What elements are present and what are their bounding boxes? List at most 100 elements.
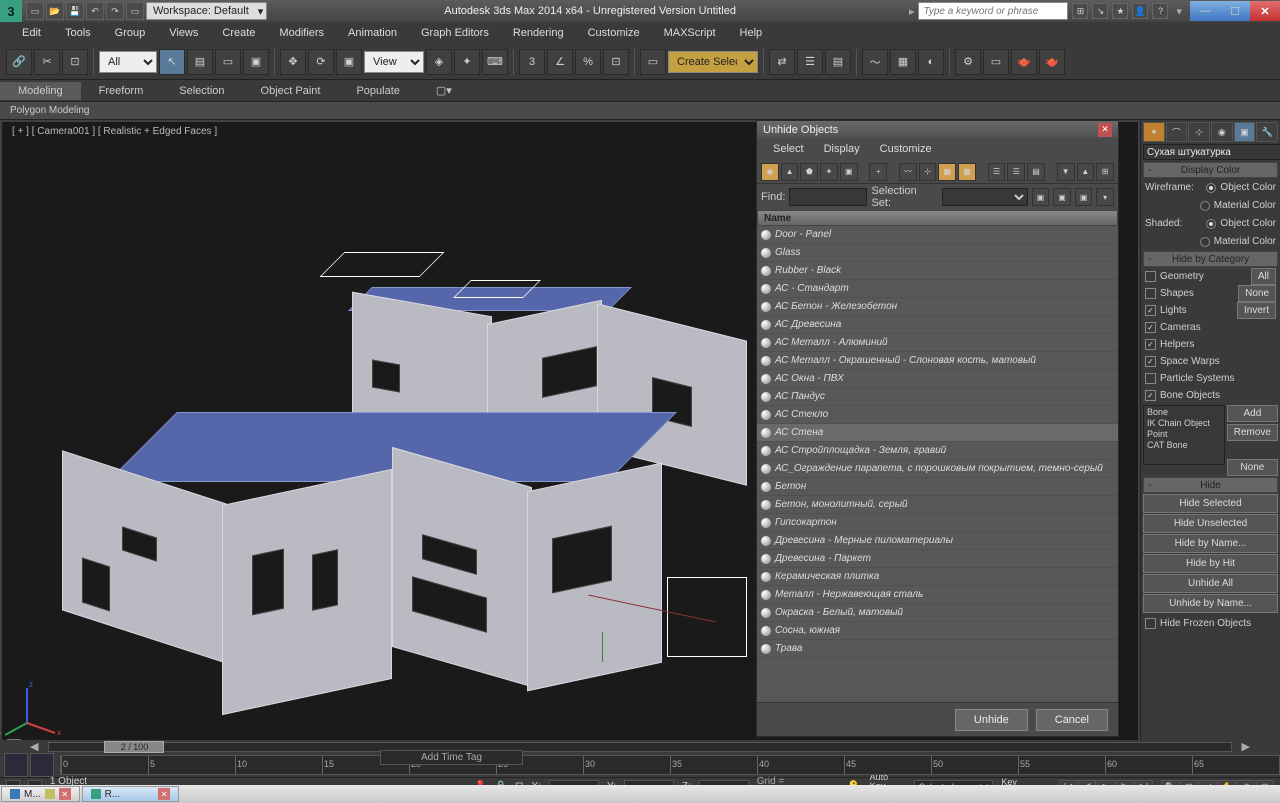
spinner-snap-icon[interactable]: ⊡ — [603, 49, 629, 75]
list2-icon[interactable]: ☰ — [1007, 163, 1025, 181]
category-checkbox[interactable] — [1145, 288, 1156, 299]
list-icon[interactable]: ☰ — [988, 163, 1006, 181]
select-icon[interactable]: ↖ — [159, 49, 185, 75]
rollout-hide[interactable]: -Hide — [1143, 477, 1278, 493]
helpers-icon[interactable]: + — [869, 163, 887, 181]
spacewarps-icon[interactable]: 〰 — [899, 163, 917, 181]
taskbar-item-1[interactable]: M... ✕ — [1, 786, 80, 802]
scale-icon[interactable]: ▣ — [336, 49, 362, 75]
pivot-icon[interactable]: ◈ — [426, 49, 452, 75]
category-checkbox[interactable] — [1145, 305, 1156, 316]
viewport-label[interactable]: [ + ] [ Camera001 ] [ Realistic + Edged … — [12, 126, 217, 137]
curve-editor-icon[interactable]: 〜 — [862, 49, 888, 75]
hide-action-button[interactable]: Hide Selected — [1143, 494, 1278, 513]
selset-btn3-icon[interactable]: ▣ — [1075, 188, 1093, 206]
close-button[interactable]: ✕ — [1250, 1, 1280, 21]
layers-icon[interactable]: ▤ — [825, 49, 851, 75]
unhide-button[interactable]: Unhide — [955, 709, 1028, 731]
slider-right-icon[interactable]: ▶ — [1242, 740, 1250, 753]
align-icon[interactable]: ☰ — [797, 49, 823, 75]
trackbar-box1[interactable] — [4, 753, 28, 777]
wf-objcolor-radio[interactable] — [1206, 183, 1216, 193]
menu-create[interactable]: Create — [210, 24, 267, 42]
menu-grapheditors[interactable]: Graph Editors — [409, 24, 501, 42]
list-item[interactable]: Сосна, южная — [757, 622, 1118, 640]
filter-1-icon[interactable]: ▦ — [938, 163, 956, 181]
display-all-icon[interactable]: ◉ — [761, 163, 779, 181]
timeline-ruler[interactable]: 0510152025303540455055606570 — [60, 755, 1280, 775]
category-checkbox[interactable] — [1145, 390, 1156, 401]
selset-btn1-icon[interactable]: ▣ — [1032, 188, 1050, 206]
filter-2-icon[interactable]: ▦ — [958, 163, 976, 181]
add-button[interactable]: Add — [1227, 405, 1278, 422]
menu-rendering[interactable]: Rendering — [501, 24, 576, 42]
lights-icon[interactable]: ✦ — [820, 163, 838, 181]
refcoord-select[interactable]: View — [364, 51, 424, 73]
tab-hierarchy-icon[interactable]: ⊹ — [1188, 122, 1210, 142]
window-crossing-icon[interactable]: ▣ — [243, 49, 269, 75]
tab-selection[interactable]: Selection — [161, 82, 242, 100]
menu-views[interactable]: Views — [157, 24, 210, 42]
list-item[interactable]: АС Металл - Алюминий — [757, 334, 1118, 352]
menu-edit[interactable]: Edit — [10, 24, 53, 42]
wf-matcolor-radio[interactable] — [1200, 201, 1210, 211]
app-icon[interactable]: 3 — [0, 0, 22, 22]
selset-select[interactable] — [942, 188, 1028, 206]
list-item[interactable]: Бетон — [757, 478, 1118, 496]
list-item[interactable]: Door - Panel — [757, 226, 1118, 244]
unlink-icon[interactable]: ✂ — [34, 49, 60, 75]
workspace-selector[interactable]: Workspace: Default ▾ — [146, 2, 267, 20]
qat-new-icon[interactable]: ▭ — [26, 2, 44, 20]
qat-project-icon[interactable]: ▭ — [126, 2, 144, 20]
list-item[interactable]: Окраска - Белый, матовый — [757, 604, 1118, 622]
selection-filter[interactable]: All — [99, 51, 157, 73]
list-item[interactable]: АС - Стандарт — [757, 280, 1118, 298]
category-checkbox[interactable] — [1145, 271, 1156, 282]
list-item[interactable]: АС Стекло — [757, 406, 1118, 424]
taskbar-close-icon[interactable]: ✕ — [158, 788, 170, 800]
tab-create-icon[interactable]: ✦ — [1143, 122, 1165, 142]
taskbar-item-2[interactable]: R... ✕ — [82, 786, 180, 802]
render-icon[interactable]: 🫖 — [1011, 49, 1037, 75]
object-name-input[interactable] — [1143, 144, 1280, 160]
render-frame-icon[interactable]: ▭ — [983, 49, 1009, 75]
menu-customize[interactable]: Customize — [576, 24, 652, 42]
list-item[interactable]: Glass — [757, 244, 1118, 262]
qat-save-icon[interactable]: 💾 — [66, 2, 84, 20]
create-selset[interactable]: Create Selection Se — [668, 51, 758, 73]
manip-icon[interactable]: ✦ — [454, 49, 480, 75]
rotate-icon[interactable]: ⟳ — [308, 49, 334, 75]
render-prod-icon[interactable]: 🫖 — [1039, 49, 1065, 75]
help-icon[interactable]: ? — [1152, 3, 1168, 19]
menu-maxscript[interactable]: MAXScript — [652, 24, 728, 42]
snap-3-icon[interactable]: 3 — [519, 49, 545, 75]
dialog-title-bar[interactable]: Unhide Objects ✕ — [757, 121, 1118, 138]
list3-icon[interactable]: ▤ — [1027, 163, 1045, 181]
geometry-icon[interactable]: ▲ — [781, 163, 799, 181]
trackbar-box2[interactable] — [30, 753, 54, 777]
mirror-icon[interactable]: ⇄ — [769, 49, 795, 75]
menu-tools[interactable]: Tools — [53, 24, 103, 42]
list-item[interactable]: АС Пандус — [757, 388, 1118, 406]
menu-animation[interactable]: Animation — [336, 24, 409, 42]
add-time-tag[interactable]: Add Time Tag — [380, 750, 523, 765]
list-item[interactable]: Бетон, монолитный, серый — [757, 496, 1118, 514]
move-icon[interactable]: ✥ — [280, 49, 306, 75]
dlg-menu-customize[interactable]: Customize — [870, 140, 942, 158]
cat-side-btn[interactable]: None — [1238, 285, 1276, 302]
hide-action-button[interactable]: Hide by Name... — [1143, 534, 1278, 553]
bones-icon[interactable]: ⊹ — [919, 163, 937, 181]
list-item[interactable]: Древесина - Паркет — [757, 550, 1118, 568]
named-sel-icon[interactable]: ▭ — [640, 49, 666, 75]
selset-btn2-icon[interactable]: ▣ — [1053, 188, 1071, 206]
list-item[interactable]: Металл - Нержавеющая сталь — [757, 586, 1118, 604]
list-item[interactable]: АС Металл - Окрашенный - Слоновая кость,… — [757, 352, 1118, 370]
schematic-icon[interactable]: ▦ — [890, 49, 916, 75]
collapse-icon[interactable]: ▲ — [1077, 163, 1095, 181]
list-item[interactable]: Керамическая плитка — [757, 568, 1118, 586]
tab-utilities-icon[interactable]: 🔧 — [1256, 122, 1278, 142]
qat-undo-icon[interactable]: ↶ — [86, 2, 104, 20]
rollout-hide-category[interactable]: -Hide by Category — [1143, 251, 1278, 267]
menu-modifiers[interactable]: Modifiers — [267, 24, 336, 42]
keyboard-icon[interactable]: ⌨ — [482, 49, 508, 75]
